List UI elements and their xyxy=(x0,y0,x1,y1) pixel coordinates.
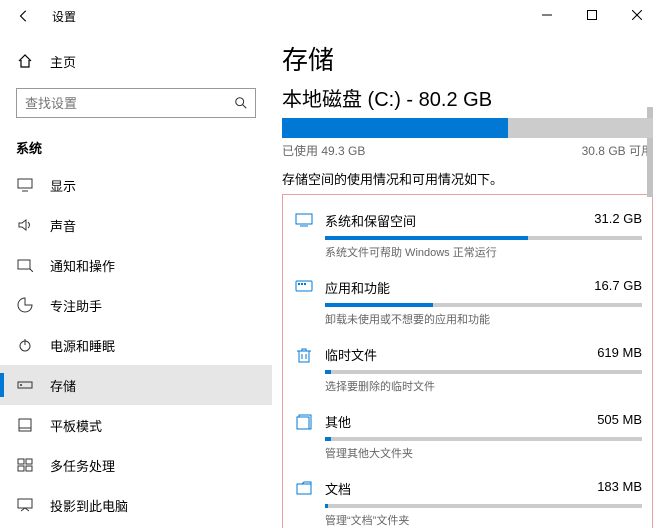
display-icon xyxy=(16,178,34,192)
nav-multitasking[interactable]: 多任务处理 xyxy=(0,445,272,485)
nav-item-label: 通知和操作 xyxy=(50,256,115,275)
category-size: 619 MB xyxy=(597,345,642,364)
nav-item-label: 显示 xyxy=(50,176,76,195)
category-desc: 管理其他大文件夹 xyxy=(325,445,642,461)
category-icon xyxy=(293,412,315,461)
category-title: 系统和保留空间 xyxy=(325,211,416,230)
window-title: 设置 xyxy=(52,8,76,25)
storage-icon xyxy=(16,379,34,391)
storage-category[interactable]: 应用和功能 16.7 GB 卸载未使用或不想要的应用和功能 xyxy=(293,268,642,335)
category-title: 其他 xyxy=(325,412,351,431)
category-icon xyxy=(293,479,315,528)
nav-sound[interactable]: 声音 xyxy=(0,205,272,245)
category-desc: 卸载未使用或不想要的应用和功能 xyxy=(325,311,642,327)
minimize-button[interactable] xyxy=(524,0,569,30)
nav-item-label: 专注助手 xyxy=(50,296,102,315)
close-button[interactable] xyxy=(614,0,659,30)
tablet-icon xyxy=(16,418,34,432)
nav-focus[interactable]: 专注助手 xyxy=(0,285,272,325)
category-bar-fill xyxy=(325,303,433,307)
window-controls xyxy=(524,0,659,30)
category-icon xyxy=(293,211,315,260)
nav-tablet[interactable]: 平板模式 xyxy=(0,405,272,445)
nav-item-label: 电源和睡眠 xyxy=(50,336,115,355)
notifications-icon xyxy=(16,258,34,272)
nav-item-label: 存储 xyxy=(50,376,76,395)
category-size: 31.2 GB xyxy=(594,211,642,230)
category-desc: 管理“文档”文件夹 xyxy=(325,512,642,528)
power-icon xyxy=(16,337,34,353)
nav-item-label: 投影到此电脑 xyxy=(50,496,128,515)
category-icon xyxy=(293,345,315,394)
storage-category[interactable]: 系统和保留空间 31.2 GB 系统文件可帮助 Windows 正常运行 xyxy=(293,201,642,268)
focus-icon xyxy=(16,297,34,313)
category-title: 临时文件 xyxy=(325,345,377,364)
nav-display[interactable]: 显示 xyxy=(0,165,272,205)
category-bar-fill xyxy=(325,437,331,441)
storage-category[interactable]: 其他 505 MB 管理其他大文件夹 xyxy=(293,402,642,469)
category-desc: 系统文件可帮助 Windows 正常运行 xyxy=(325,244,642,260)
category-size: 183 MB xyxy=(597,479,642,498)
content-area: 存储 本地磁盘 (C:) - 80.2 GB 已使用 49.3 GB 30.8 … xyxy=(282,32,653,528)
category-title: 应用和功能 xyxy=(325,278,390,297)
sound-icon xyxy=(16,218,34,232)
storage-categories: 系统和保留空间 31.2 GB 系统文件可帮助 Windows 正常运行应用和功能 1… xyxy=(282,194,653,528)
used-label: 已使用 49.3 GB xyxy=(282,142,365,159)
category-bar-fill xyxy=(325,370,331,374)
drive-usage-bar xyxy=(282,118,653,138)
storage-category[interactable]: 临时文件 619 MB 选择要删除的临时文件 xyxy=(293,335,642,402)
drive-usage-fill xyxy=(282,118,508,138)
category-bar-fill xyxy=(325,236,528,240)
nav-storage[interactable]: 存储 xyxy=(0,365,272,405)
section-label: 系统 xyxy=(0,124,272,165)
home-icon xyxy=(16,53,34,69)
maximize-button[interactable] xyxy=(569,0,614,30)
search-icon xyxy=(234,96,248,110)
nav-home-label: 主页 xyxy=(50,52,76,71)
nav-item-label: 声音 xyxy=(50,216,76,235)
category-title: 文档 xyxy=(325,479,351,498)
category-size: 505 MB xyxy=(597,412,642,431)
category-bar xyxy=(325,236,642,240)
multitasking-icon xyxy=(16,458,34,472)
nav-notifications[interactable]: 通知和操作 xyxy=(0,245,272,285)
storage-category[interactable]: 文档 183 MB 管理“文档”文件夹 xyxy=(293,469,642,528)
projecting-icon xyxy=(16,498,34,512)
nav-projecting[interactable]: 投影到此电脑 xyxy=(0,485,272,525)
category-size: 16.7 GB xyxy=(594,278,642,297)
category-desc: 选择要删除的临时文件 xyxy=(325,378,642,394)
usage-description: 存储空间的使用情况和可用情况如下。 xyxy=(282,169,653,188)
category-bar xyxy=(325,303,642,307)
page-title: 存储 xyxy=(282,40,653,77)
category-bar xyxy=(325,437,642,441)
category-bar xyxy=(325,370,642,374)
drive-usage-labels: 已使用 49.3 GB 30.8 GB 可用 xyxy=(282,142,653,159)
left-panel: 主页 系统 显示 声音 通知和操作 专注助手 电源和睡眠 存储 平板模式 多任务… xyxy=(0,32,272,525)
category-bar-fill xyxy=(325,504,328,508)
drive-heading: 本地磁盘 (C:) - 80.2 GB xyxy=(282,83,653,112)
search-box[interactable] xyxy=(16,88,256,118)
back-button[interactable] xyxy=(14,6,34,26)
nav-home[interactable]: 主页 xyxy=(0,44,272,78)
search-input[interactable] xyxy=(16,88,256,118)
free-label: 30.8 GB 可用 xyxy=(582,142,653,159)
nav-item-label: 平板模式 xyxy=(50,416,102,435)
nav-item-label: 多任务处理 xyxy=(50,456,115,475)
category-icon xyxy=(293,278,315,327)
nav-power[interactable]: 电源和睡眠 xyxy=(0,325,272,365)
category-bar xyxy=(325,504,642,508)
